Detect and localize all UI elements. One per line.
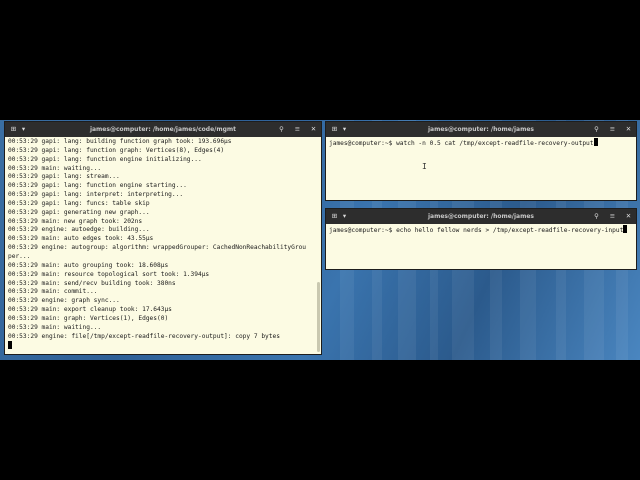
text-cursor [8,341,12,350]
terminal-output[interactable]: james@computer:~$ echo hello fellow nerd… [326,224,636,236]
text-cursor [593,138,598,146]
terminal-line: 00:53:29 main: commit... [8,288,98,296]
hamburger-menu-icon[interactable]: ≡ [609,209,616,224]
close-icon[interactable]: ✕ [625,122,632,137]
search-icon[interactable]: ⚲ [593,122,600,137]
hamburger-menu-icon[interactable]: ≡ [609,122,616,137]
terminal-cursor-line [8,341,321,352]
terminal-line: 00:53:29 engine: file[/tmp/except-readfi… [8,332,280,340]
terminal-line: 00:53:29 main: waiting... [8,323,102,331]
terminal-line: 00:53:29 engine: autogroup: algorithm: w… [8,244,307,252]
bottom-right-terminal-window: ⊞ ▾ james@computer: /home/james ⚲ ≡ ✕ ja… [325,208,637,270]
terminal-line: 00:53:29 gapi: lang: function engine ini… [8,155,202,163]
terminal-line: 00:53:29 gapi: lang: function engine sta… [8,182,187,190]
search-icon[interactable]: ⚲ [593,209,600,224]
scrollbar[interactable] [317,282,320,352]
terminal-line: 00:53:29 main: export cleanup took: 17.6… [8,306,172,314]
terminal-line: 00:53:29 main: new graph took: 202ns [8,217,143,225]
window-title: james@computer: /home/james [428,126,534,133]
window-title: james@computer: /home/james [428,213,534,220]
terminal-line: 00:53:29 main: send/recv building took: … [8,279,176,287]
window-title: james@computer: /home/james/code/mgmt [89,126,237,133]
terminal-line: 00:53:29 main: resource topological sort… [8,270,210,278]
terminal-line: 00:53:29 main: auto edges took: 43.55µs [8,235,154,243]
left-terminal-titlebar[interactable]: ⊞ ▾ james@computer: /home/james/code/mgm… [5,122,321,137]
text-cursor [623,225,628,233]
close-icon[interactable]: ✕ [310,122,317,137]
mouse-ibeam-icon: I [422,162,427,171]
close-icon[interactable]: ✕ [625,209,632,224]
terminal-line: 00:53:29 gapi: generating new graph... [8,208,150,216]
terminal-line: 00:53:29 main: waiting... [8,164,102,172]
terminal-line: 00:53:29 gapi: lang: building function g… [8,138,232,145]
terminal-line: 00:53:29 gapi: lang: function graph: Ver… [8,146,225,154]
terminal-line: 00:53:29 gapi: lang: funcs: table skip [8,199,150,207]
bottom-right-terminal-titlebar[interactable]: ⊞ ▾ james@computer: /home/james ⚲ ≡ ✕ [326,209,636,224]
terminal-line: 00:53:29 gapi: lang: interpret: interpre… [8,191,184,199]
terminal-line: 00:53:29 main: auto grouping took: 18.60… [8,261,169,269]
terminal-output[interactable]: 00:53:29 gapi: lang: building function g… [5,137,321,352]
terminal-output[interactable]: james@computer:~$ watch -n 0.5 cat /tmp/… [326,137,636,149]
shell-prompt: james@computer:~$ [329,140,397,147]
top-right-terminal-titlebar[interactable]: ⊞ ▾ james@computer: /home/james ⚲ ≡ ✕ [326,122,636,137]
top-right-terminal-window: ⊞ ▾ james@computer: /home/james ⚲ ≡ ✕ ja… [325,121,637,201]
search-icon[interactable]: ⚲ [278,122,285,137]
shell-prompt: james@computer:~$ [329,227,397,234]
terminal-line: 00:53:29 engine: graph sync... [8,297,120,305]
shell-command: echo hello fellow nerds > /tmp/except-re… [396,227,624,234]
shell-command: watch -n 0.5 cat /tmp/except-readfile-re… [396,140,594,147]
terminal-line: 00:53:29 gapi: lang: stream... [8,173,120,181]
terminal-line: per... [8,252,31,260]
hamburger-menu-icon[interactable]: ≡ [294,122,301,137]
left-terminal-window: ⊞ ▾ james@computer: /home/james/code/mgm… [4,121,322,355]
terminal-line: 00:53:29 main: graph: Vertices(1), Edges… [8,314,169,322]
terminal-line: 00:53:29 engine: autoedge: building... [8,226,150,234]
